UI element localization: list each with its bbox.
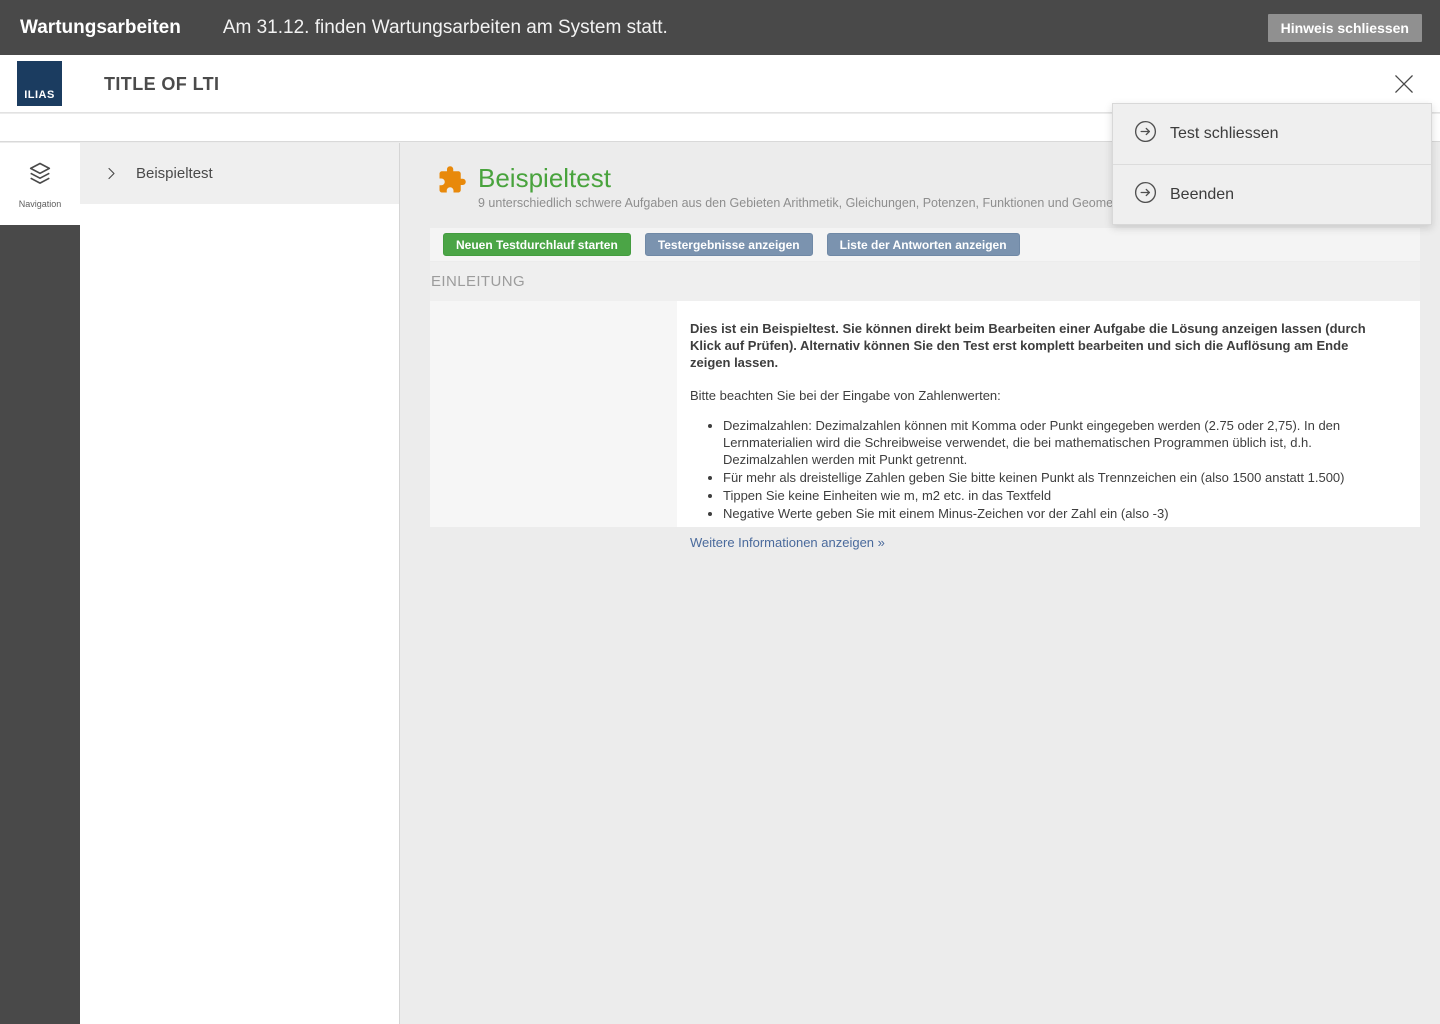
test-title: Beispieltest (478, 163, 1131, 193)
page-title: TITLE OF LTI (104, 55, 219, 113)
arrow-right-circle-icon (1134, 120, 1157, 148)
banner-message: Am 31.12. finden Wartungsarbeiten am Sys… (223, 17, 668, 39)
section-header-einleitung: EINLEITUNG (430, 262, 1420, 301)
menu-item-beenden[interactable]: Beenden (1113, 164, 1431, 224)
sidebar-item-label: Navigation (19, 199, 62, 209)
list-item: Negative Werte geben Sie mit einem Minus… (723, 505, 1390, 522)
introduction-panel: Dies ist ein Beispieltest. Sie können di… (430, 301, 1420, 527)
menu-item-label: Beenden (1170, 186, 1234, 204)
ilias-logo: ILIAS (17, 61, 62, 106)
intro-bold-text: Dies ist ein Beispieltest. Sie können di… (690, 320, 1390, 371)
close-icon[interactable] (1391, 71, 1417, 97)
dismiss-banner-button[interactable]: Hinweis schliessen (1268, 14, 1422, 42)
list-item: Dezimalzahlen: Dezimalzahlen können mit … (723, 417, 1390, 468)
introduction-text: Dies ist ein Beispieltest. Sie können di… (677, 301, 1420, 527)
list-item: Tippen Sie keine Einheiten wie m, m2 etc… (723, 487, 1390, 504)
test-description: 9 unterschiedlich schwere Aufgaben aus d… (478, 196, 1131, 210)
show-results-button[interactable]: Testergebnisse anzeigen (645, 233, 813, 256)
action-toolbar: Neuen Testdurchlauf starten Testergebnis… (430, 228, 1420, 261)
layers-icon (26, 160, 54, 193)
sidebar-item-navigation[interactable]: Navigation (0, 143, 80, 225)
more-info-link[interactable]: Weitere Informationen anzeigen » (690, 534, 885, 551)
list-item: Für mehr als dreistellige Zahlen geben S… (723, 469, 1390, 486)
intro-bullet-list: Dezimalzahlen: Dezimalzahlen können mit … (690, 417, 1390, 522)
chevron-right-icon (104, 166, 119, 181)
sidebar: Navigation (0, 143, 80, 1024)
start-test-button[interactable]: Neuen Testdurchlauf starten (443, 233, 631, 256)
menu-item-label: Test schliessen (1170, 125, 1279, 143)
test-title-block: Beispieltest 9 unterschiedlich schwere A… (437, 163, 1131, 210)
ilias-lti-screen: Wartungsarbeiten Am 31.12. finden Wartun… (0, 0, 1440, 1024)
introduction-left-pane (430, 301, 677, 527)
navigation-panel: Beispieltest (80, 143, 400, 1024)
ilias-logo-text: ILIAS (24, 89, 55, 101)
intro-note: Bitte beachten Sie bei der Eingabe von Z… (690, 387, 1390, 404)
puzzle-icon (437, 165, 467, 210)
nav-item-label: Beispieltest (136, 165, 213, 182)
arrow-right-circle-icon (1134, 181, 1157, 209)
section-title: EINLEITUNG (430, 273, 525, 290)
show-answer-list-button[interactable]: Liste der Antworten anzeigen (827, 233, 1020, 256)
maintenance-banner: Wartungsarbeiten Am 31.12. finden Wartun… (0, 0, 1440, 55)
nav-tree-item-beispieltest[interactable]: Beispieltest (80, 143, 399, 204)
banner-title: Wartungsarbeiten (20, 17, 181, 39)
close-dropdown-menu: Test schliessen Beenden (1112, 103, 1432, 225)
menu-item-test-schliessen[interactable]: Test schliessen (1113, 104, 1431, 164)
